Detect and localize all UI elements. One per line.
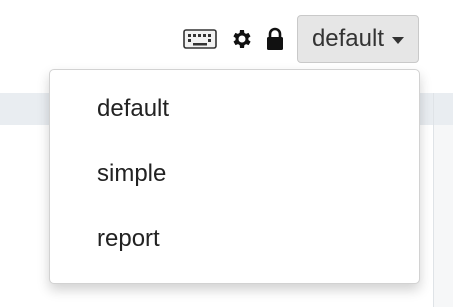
template-dropdown-menu: default simple report [49, 69, 420, 284]
menu-item-default[interactable]: default [97, 94, 169, 124]
template-dropdown-toggle[interactable]: default [296, 15, 419, 63]
dropdown-selected-label: default [311, 25, 384, 52]
menu-item-simple[interactable]: simple [97, 159, 166, 189]
lock-icon[interactable] [265, 27, 285, 51]
keyboard-icon[interactable] [183, 28, 217, 50]
content-sidebar-strip [434, 125, 453, 307]
menu-item-report[interactable]: report [97, 224, 160, 254]
toolbar: default [183, 14, 419, 64]
caret-down-icon [392, 36, 404, 44]
gear-icon[interactable] [229, 27, 253, 51]
